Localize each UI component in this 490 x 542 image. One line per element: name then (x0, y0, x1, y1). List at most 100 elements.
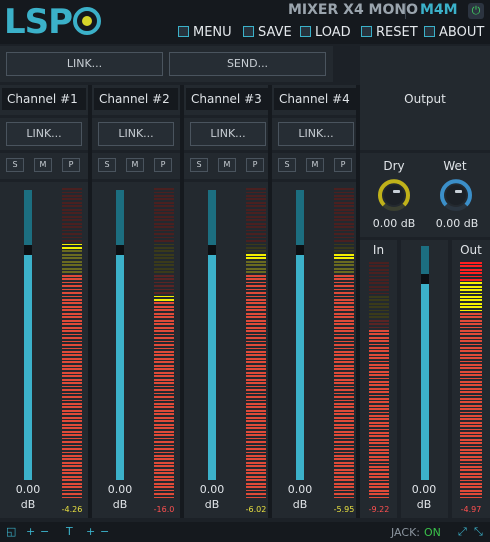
in-meter-segment (369, 302, 389, 305)
fader-handle[interactable] (296, 245, 304, 255)
meter-segment (246, 458, 266, 461)
fader-handle[interactable] (24, 245, 32, 255)
meter-segment (154, 364, 174, 367)
channel-name-field[interactable]: Channel #3 (186, 88, 270, 110)
phase-button[interactable]: P (334, 158, 352, 172)
channel-name-field[interactable]: Channel #4 (274, 88, 358, 110)
in-meter-segment (369, 336, 389, 339)
meter-segment (154, 344, 174, 346)
in-meter-segment (369, 306, 389, 309)
meter-segment (334, 350, 354, 353)
about-button[interactable]: ABOUT (424, 25, 484, 41)
wet-label: Wet (443, 159, 467, 173)
fader-handle[interactable] (116, 245, 124, 255)
out-meter-segment (460, 347, 482, 349)
meter-segment (154, 354, 174, 357)
meter-segment (62, 486, 82, 488)
channel-link-button[interactable]: LINK... (6, 122, 82, 146)
channel-link-button[interactable]: LINK... (278, 122, 354, 146)
meter-segment (246, 264, 266, 267)
menu-button[interactable]: MENU (178, 25, 232, 41)
meter-segment (154, 226, 174, 228)
in-meter-segment (369, 285, 389, 288)
mute-button[interactable]: M (306, 158, 324, 172)
channel-name-field[interactable]: Channel #2 (94, 88, 178, 110)
out-meter-segment (460, 452, 482, 455)
out-label: Out (460, 243, 482, 257)
fullscreen-icon[interactable]: ⤡ (474, 525, 483, 539)
restore-icon[interactable]: ⤢ (458, 525, 467, 539)
wet-knob[interactable] (438, 177, 474, 213)
dry-knob[interactable] (376, 177, 412, 213)
channel-link-button[interactable]: LINK... (190, 122, 266, 146)
font-increase-icon[interactable]: + (86, 525, 95, 538)
solo-button[interactable]: S (190, 158, 208, 172)
meter-segment (246, 198, 266, 201)
send-button[interactable]: SEND... (169, 52, 326, 76)
output-fader-handle[interactable] (421, 274, 429, 284)
out-meter-segment (460, 360, 482, 363)
phase-button[interactable]: P (154, 158, 172, 172)
meter-segment (246, 437, 266, 440)
solo-button[interactable]: S (98, 158, 116, 172)
out-meter-segment (460, 411, 482, 414)
in-meter-segment (369, 313, 389, 315)
out-meter-segment (460, 387, 482, 390)
meter-segment (334, 288, 354, 291)
meter-segment (62, 281, 82, 284)
strip-separator (268, 85, 272, 518)
meter-segment (334, 295, 354, 298)
phase-button[interactable]: P (62, 158, 80, 172)
load-button[interactable]: LOAD (300, 25, 351, 41)
out-meter-segment (460, 479, 482, 482)
solo-button[interactable]: S (278, 158, 296, 172)
meter-segment (154, 295, 174, 298)
font-size-icon[interactable]: T (66, 525, 73, 538)
meter-segment (62, 482, 82, 485)
zoom-in-icon[interactable]: + (26, 525, 35, 538)
meter-segment (246, 243, 266, 246)
in-meter-segment (369, 415, 389, 417)
mute-button[interactable]: M (34, 158, 52, 172)
meter-segment (154, 430, 174, 433)
out-meter-segment (460, 262, 482, 264)
out-meter-segment (460, 323, 482, 326)
out-meter-segment (460, 289, 482, 292)
out-meter-segment (460, 421, 482, 424)
in-meter-segment (369, 435, 389, 438)
save-button[interactable]: SAVE (243, 25, 292, 41)
meter-segment (62, 337, 82, 339)
window-resize-icon[interactable]: ◱ (6, 525, 16, 538)
phase-button[interactable]: P (246, 158, 264, 172)
meter-segment (62, 399, 82, 402)
in-meter-segment (369, 391, 389, 394)
meter-segment (62, 194, 82, 197)
meter-segment (334, 298, 354, 301)
meter-segment (62, 264, 82, 267)
meter-segment (154, 441, 174, 443)
in-meter-segment (369, 428, 389, 431)
mute-button[interactable]: M (126, 158, 144, 172)
meter-segment (62, 454, 82, 457)
reset-label: RESET (376, 25, 418, 40)
meter-segment (246, 316, 266, 319)
reset-button[interactable]: RESET (361, 25, 418, 41)
in-meter-segment (369, 316, 389, 319)
link-all-button[interactable]: LINK... (6, 52, 163, 76)
zoom-out-icon[interactable]: − (40, 525, 49, 538)
meter-segment (154, 298, 174, 301)
in-meter-segment (369, 425, 389, 428)
power-icon[interactable]: ⏻ (468, 3, 484, 19)
solo-button[interactable]: S (6, 158, 24, 172)
meter-segment (62, 437, 82, 440)
meter-segment (154, 288, 174, 291)
mute-button[interactable]: M (218, 158, 236, 172)
channel-name-field[interactable]: Channel #1 (2, 88, 86, 110)
font-decrease-icon[interactable]: − (100, 525, 109, 538)
fader-handle[interactable] (208, 245, 216, 255)
meter-segment (246, 496, 266, 499)
channel-link-button[interactable]: LINK... (98, 122, 174, 146)
out-meter-segment (460, 343, 482, 346)
output-gain-unit: dB (416, 498, 432, 511)
in-meter-segment (369, 455, 389, 458)
